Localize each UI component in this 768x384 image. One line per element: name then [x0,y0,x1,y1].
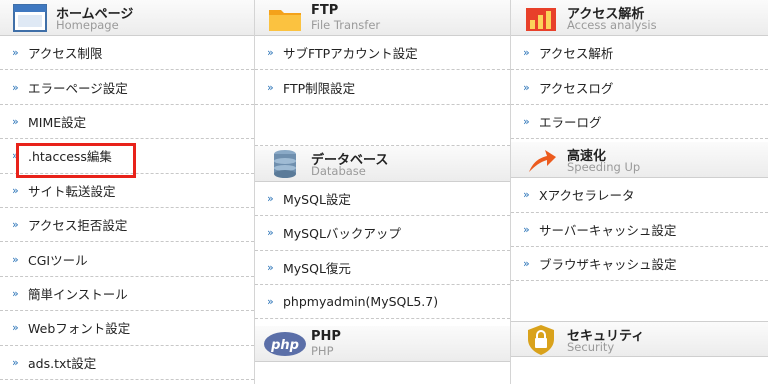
menu-label: アクセス制限 [28,46,103,62]
menu-label: ads.txt設定 [28,355,97,371]
homepage-header: ホームページ Homepage [0,0,254,36]
php-title: PHP [311,329,341,345]
menu-ftp-restriction[interactable]: » FTP制限設定 [255,70,510,105]
arrow-icon: » [267,295,274,309]
menu-sub-ftp-account[interactable]: » サブFTPアカウント設定 [255,36,510,71]
homepage-window-icon [13,4,47,32]
speed-header: 高速化 Speeding Up [511,142,768,179]
menu-label: MySQL設定 [283,191,351,207]
menu-mysql-backup[interactable]: » MySQLバックアップ [255,216,510,251]
ftp-title: FTP [311,3,339,18]
arrow-icon: » [12,218,19,232]
menu-server-cache[interactable]: » サーバーキャッシュ設定 [511,213,768,247]
menu-label: CGIツール [28,252,88,268]
arrow-icon: » [267,80,274,94]
menu-ads-txt[interactable]: » ads.txt設定 [0,346,254,380]
menu-access-restriction[interactable]: » アクセス制限 [0,36,254,71]
arrow-icon: » [12,321,19,335]
arrow-icon: » [267,191,274,205]
speed-arrow-icon [529,150,556,173]
menu-cgi-tool[interactable]: » CGIツール [0,242,254,277]
menu-label: MIME設定 [28,114,87,130]
ftp-subtitle: File Transfer [311,18,381,32]
menu-access-deny[interactable]: » アクセス拒否設定 [0,208,254,243]
php-header: php PHP PHP [255,326,510,363]
empty-area [511,281,768,321]
arrow-icon: » [523,80,530,94]
menu-label: 簡単インストール [28,286,128,302]
arrow-icon: » [12,252,19,266]
folder-icon [269,10,301,31]
database-icon [274,149,296,178]
arrow-icon: » [12,114,19,128]
arrow-icon: » [267,46,274,60]
empty-row [255,105,510,146]
access-speed-panel: アクセス解析 Access analysis » アクセス解析 » アクセスログ »… [510,0,768,384]
menu-label: エラーログ [539,114,602,130]
arrow-icon: » [12,286,19,300]
menu-label: サイト転送設定 [28,183,116,199]
menu-label: アクセスログ [539,80,614,96]
database-header: データベース Database [255,145,510,182]
menu-label: phpmyadmin(MySQL5.7) [283,294,439,310]
menu-error-log[interactable]: » エラーログ [511,105,768,140]
access-header: アクセス解析 Access analysis [511,0,768,36]
security-header: セキュリティ Security [511,321,768,358]
menu-label: FTP制限設定 [283,80,356,96]
menu-label: MySQL復元 [283,260,351,276]
menu-mysql-restore[interactable]: » MySQL復元 [255,251,510,285]
arrow-icon: » [267,226,274,240]
arrow-icon: » [523,257,530,271]
bar-chart-icon [526,8,556,31]
arrow-icon: » [523,46,530,60]
php-logo-text: php [270,338,299,353]
menu-phpmyadmin[interactable]: » phpmyadmin(MySQL5.7) [255,285,510,320]
access-subtitle: Access analysis [567,18,657,32]
php-logo-icon: php [264,332,306,357]
arrow-icon: » [523,114,530,128]
menu-label: サーバーキャッシュ設定 [539,222,677,238]
menu-label: エラーページ設定 [28,80,128,96]
menu-label: ブラウザキャッシュ設定 [539,257,677,273]
menu-easy-install[interactable]: » 簡単インストール [0,277,254,312]
menu-web-font[interactable]: » Webフォント設定 [0,311,254,346]
htaccess-highlight-box [16,143,136,178]
menu-label: MySQLバックアップ [283,226,401,242]
arrow-icon: » [267,260,274,274]
menu-label: Xアクセラレータ [539,188,635,204]
php-subtitle: PHP [311,344,334,359]
arrow-icon: » [523,222,530,236]
arrow-icon: » [523,188,530,202]
menu-site-transfer[interactable]: » サイト転送設定 [0,174,254,208]
menu-error-page[interactable]: » エラーページ設定 [0,70,254,105]
menu-x-accelerator[interactable]: » Xアクセラレータ [511,178,768,213]
menu-mysql-settings[interactable]: » MySQL設定 [255,182,510,217]
arrow-icon: » [12,355,19,369]
menu-mime[interactable]: » MIME設定 [0,105,254,140]
menu-label: サブFTPアカウント設定 [283,46,418,62]
shield-lock-icon [528,325,554,356]
ftp-database-panel: FTP File Transfer » サブFTPアカウント設定 » FTP制限設定… [254,0,510,384]
ftp-header: FTP File Transfer [255,0,510,36]
menu-label: Webフォント設定 [28,321,131,337]
speed-subtitle: Speeding Up [567,160,641,175]
menu-label: アクセス解析 [539,46,614,62]
arrow-icon: » [12,80,19,94]
menu-access-log[interactable]: » アクセスログ [511,70,768,105]
menu-access-analysis[interactable]: » アクセス解析 [511,36,768,71]
homepage-panel: ホームページ Homepage » アクセス制限 » エラーページ設定 » MIME設… [0,0,254,384]
homepage-subtitle: Homepage [56,18,119,32]
database-subtitle: Database [311,163,366,178]
security-subtitle: Security [567,340,615,355]
arrow-icon: » [12,46,19,60]
menu-label: アクセス拒否設定 [28,218,128,234]
arrow-icon: » [12,183,19,197]
menu-browser-cache[interactable]: » ブラウザキャッシュ設定 [511,247,768,282]
